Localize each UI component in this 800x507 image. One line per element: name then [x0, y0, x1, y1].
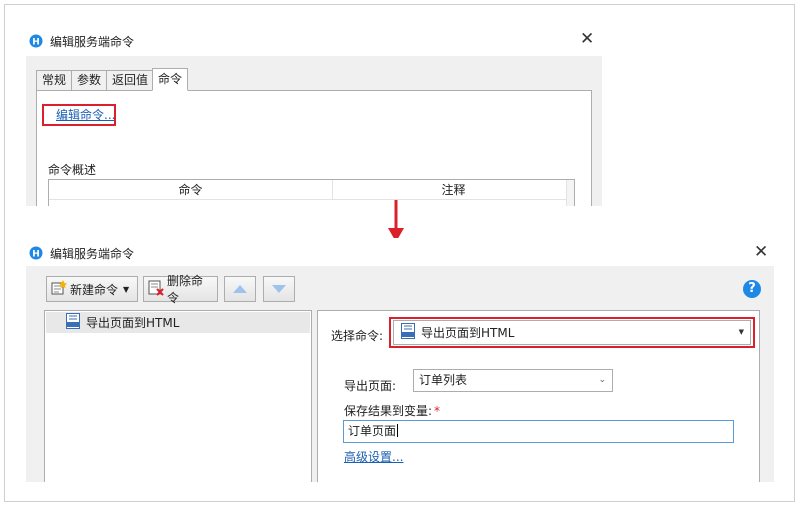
- save-result-label: 保存结果到变量: *: [344, 402, 440, 419]
- export-page-value: 订单列表: [419, 373, 468, 387]
- command-overview-label: 命令概述: [48, 163, 97, 177]
- command-settings-panel: 选择命令: 导出页面到HTML ▼ 导出页面: 订单列表 ⌄ 保存结果到变量: *…: [317, 310, 760, 482]
- close-icon[interactable]: ✕: [580, 29, 594, 49]
- dialog-body: 新建命令 ▼ 删除命令 ? 导出页面到HTML 选择命令: 导出页面到HTML …: [26, 266, 774, 482]
- svg-text:H: H: [32, 250, 40, 260]
- triangle-up-icon: [233, 285, 247, 293]
- new-command-label: 新建命令: [70, 282, 119, 297]
- command-overview-table: 命令 注释: [48, 179, 575, 206]
- delete-command-button[interactable]: 删除命令: [143, 274, 218, 305]
- dialog-title: 编辑服务端命令: [50, 247, 135, 261]
- svg-text:H: H: [32, 38, 40, 48]
- text-cursor: [397, 424, 399, 437]
- tab-strip: 常规 参数 返回值 命令: [36, 68, 189, 91]
- export-page-label: 导出页面:: [344, 379, 397, 393]
- app-logo-icon: H: [29, 34, 43, 51]
- app-logo-icon: H: [29, 246, 43, 263]
- new-command-button[interactable]: 新建命令 ▼: [46, 276, 138, 302]
- close-icon[interactable]: ✕: [754, 242, 768, 262]
- bottom-edit-dialog: H 编辑服务端命令 ✕ 新建命令 ▼ 删除命令 ? 导出页面到HTML 选择命令…: [26, 238, 774, 482]
- list-item-label: 导出页面到HTML: [86, 316, 180, 330]
- chevron-down-icon: ⌄: [598, 375, 606, 385]
- delete-command-icon: [148, 280, 164, 299]
- tab-return-value[interactable]: 返回值: [106, 70, 154, 91]
- new-command-icon: [51, 279, 67, 299]
- dialog-title: 编辑服务端命令: [50, 35, 135, 49]
- dialog-body: 常规 参数 返回值 命令 编辑命令... 命令概述 命令 注释: [26, 56, 602, 206]
- help-icon[interactable]: ?: [743, 280, 761, 298]
- edit-link-highlight-box: [42, 104, 116, 126]
- required-mark: *: [434, 404, 441, 418]
- move-down-button[interactable]: [263, 276, 295, 302]
- save-result-variable-input[interactable]: 订单页面: [343, 420, 734, 443]
- table-header: 命令 注释: [49, 180, 574, 200]
- html-export-icon: [66, 313, 80, 332]
- dropdown-caret-icon: ▼: [123, 284, 130, 294]
- top-edit-dialog: H 编辑服务端命令 ✕ 常规 参数 返回值 命令 编辑命令... 命令概述 命令…: [26, 26, 602, 206]
- tab-parameters[interactable]: 参数: [71, 70, 107, 91]
- advanced-settings-link[interactable]: 高级设置...: [344, 448, 403, 465]
- export-page-dropdown[interactable]: 订单列表 ⌄: [413, 369, 613, 392]
- triangle-down-icon: [272, 285, 286, 293]
- list-item[interactable]: 导出页面到HTML: [46, 312, 310, 333]
- table-scrollbar[interactable]: [566, 180, 574, 206]
- select-command-label: 选择命令:: [331, 329, 384, 343]
- tab-general[interactable]: 常规: [36, 70, 72, 91]
- save-result-value: 订单页面: [348, 424, 397, 438]
- command-list: 导出页面到HTML: [44, 310, 312, 482]
- column-header-comment[interactable]: 注释: [333, 180, 574, 199]
- delete-command-label: 删除命令: [167, 274, 204, 305]
- save-result-label-text: 保存结果到变量:: [344, 404, 433, 418]
- column-header-command[interactable]: 命令: [49, 180, 333, 199]
- select-command-highlight-box: [389, 317, 755, 348]
- move-up-button[interactable]: [224, 276, 256, 302]
- tab-commands[interactable]: 命令: [152, 68, 189, 91]
